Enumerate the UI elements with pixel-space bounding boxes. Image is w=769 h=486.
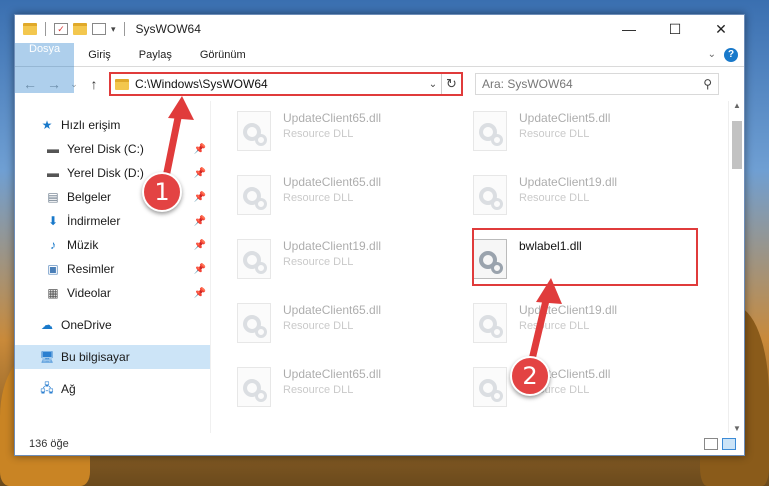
music-icon: ♪	[50, 238, 56, 252]
dll-file-icon	[237, 367, 271, 407]
pin-icon: 📌	[193, 143, 206, 155]
documents-icon: ▤	[47, 190, 59, 204]
sidebar-item-this-pc[interactable]: 🖥 Bu bilgisayar	[15, 345, 210, 369]
dll-file-icon	[473, 111, 507, 151]
quick-access-toolbar: ✓ ▾	[23, 22, 128, 36]
close-button[interactable]: ✕	[698, 15, 744, 43]
close-icon: ✕	[715, 20, 727, 37]
file-item[interactable]: UpdateClient65.dll Resource DLL	[237, 367, 473, 417]
title-bar: ✓ ▾ SysWOW64 — ☐ ✕	[15, 15, 744, 43]
drive-icon: ▬	[47, 142, 59, 156]
sidebar-item-music[interactable]: ♪ Müzik 📌	[15, 233, 210, 257]
window-title: SysWOW64	[135, 22, 201, 36]
star-icon: ★	[41, 118, 53, 132]
new-folder-icon[interactable]	[73, 23, 87, 35]
sidebar-item-downloads[interactable]: ⬇ İndirmeler 📌	[15, 209, 210, 233]
navigation-bar: ← → ⌄ ↑ C:\Windows\SysWOW64 ⌄ ↻ Ara: Sys…	[15, 67, 744, 101]
ribbon-tabs: Dosya Giriş Paylaş Görünüm ⌄ ?	[15, 43, 744, 93]
search-input[interactable]: Ara: SysWOW64	[482, 77, 703, 91]
sidebar-item-videos[interactable]: ▦ Videolar 📌	[15, 281, 210, 305]
minimize-icon: —	[622, 21, 636, 37]
dll-file-icon	[473, 303, 507, 343]
tab-share[interactable]: Paylaş	[125, 43, 186, 66]
sidebar-item-network[interactable]: 🖧 Ağ	[15, 377, 210, 401]
item-count: 136 öğe	[29, 438, 69, 450]
network-icon: 🖧	[40, 380, 54, 395]
video-icon: ▦	[47, 286, 59, 300]
file-item[interactable]: UpdateClient65.dll Resource DLL	[237, 303, 473, 353]
dll-file-icon	[237, 303, 271, 343]
dll-file-icon	[237, 175, 271, 215]
dll-file-icon	[473, 175, 507, 215]
sidebar-item-drive-c[interactable]: ▬ Yerel Disk (C:) 📌	[15, 137, 210, 161]
search-box[interactable]: Ara: SysWOW64 ⚲	[475, 73, 719, 95]
tab-view[interactable]: Görünüm	[186, 43, 260, 66]
dll-file-icon	[237, 111, 271, 151]
sidebar-item-onedrive[interactable]: ☁ OneDrive	[15, 313, 210, 337]
highlight-box	[472, 228, 698, 286]
navigation-pane: ★ Hızlı erişim ▬ Yerel Disk (C:) 📌 ▬ Yer…	[15, 101, 211, 433]
maximize-button[interactable]: ☐	[652, 15, 698, 43]
file-item[interactable]: UpdateClient19.dll Resource DLL	[473, 175, 709, 225]
minimize-button[interactable]: —	[606, 15, 652, 43]
address-path[interactable]: C:\Windows\SysWOW64	[135, 77, 425, 91]
file-item[interactable]: UpdateClient19.dll Resource DLL	[473, 303, 709, 353]
callout-2: 2	[510, 356, 550, 396]
scrollbar-thumb[interactable]	[732, 121, 742, 169]
file-item[interactable]: UpdateClient19.dll Resource DLL	[237, 239, 473, 289]
address-dropdown-icon[interactable]: ⌄	[425, 79, 441, 90]
folder-icon	[115, 78, 129, 90]
help-icon[interactable]: ?	[724, 47, 738, 62]
file-item[interactable]: UpdateClient65.dll Resource DLL	[237, 111, 473, 161]
pictures-icon: ▣	[47, 262, 59, 276]
vertical-scrollbar[interactable]: ▲ ▼	[728, 101, 744, 433]
sidebar-item-pictures[interactable]: ▣ Resimler 📌	[15, 257, 210, 281]
file-item[interactable]: UpdateClient5.dll Resource DLL	[473, 367, 709, 417]
pin-icon: 📌	[193, 191, 206, 203]
status-bar: 136 öğe	[15, 433, 744, 455]
scroll-up-icon[interactable]: ▲	[729, 101, 745, 110]
scroll-down-icon[interactable]: ▼	[729, 424, 745, 433]
large-icons-view-icon[interactable]	[722, 438, 736, 450]
maximize-icon: ☐	[668, 20, 682, 37]
refresh-icon[interactable]: ↻	[441, 74, 461, 94]
cloud-icon: ☁	[41, 318, 53, 332]
rename-icon[interactable]	[92, 23, 106, 35]
pin-icon: 📌	[193, 287, 206, 299]
dll-file-icon	[237, 239, 271, 279]
download-icon: ⬇	[47, 214, 59, 228]
file-item[interactable]: UpdateClient65.dll Resource DLL	[237, 175, 473, 225]
computer-icon: 🖥	[39, 350, 55, 364]
callout-1: 1	[142, 172, 182, 212]
search-icon: ⚲	[703, 77, 712, 91]
folder-icon	[23, 23, 37, 35]
expand-ribbon-icon[interactable]: ⌄	[708, 49, 716, 60]
sidebar-item-drive-d[interactable]: ▬ Yerel Disk (D:) 📌	[15, 161, 210, 185]
pin-icon: 📌	[193, 215, 206, 227]
customize-dropdown-icon[interactable]: ▾	[111, 24, 116, 35]
properties-icon[interactable]: ✓	[54, 23, 68, 35]
file-item[interactable]: UpdateClient5.dll Resource DLL	[473, 111, 709, 161]
pin-icon: 📌	[193, 263, 206, 275]
sidebar-item-quick-access[interactable]: ★ Hızlı erişim	[15, 113, 210, 137]
tab-home[interactable]: Giriş	[74, 43, 125, 66]
pin-icon: 📌	[193, 239, 206, 251]
tab-file[interactable]: Dosya	[15, 43, 75, 93]
details-view-icon[interactable]	[704, 438, 718, 450]
dll-file-icon	[473, 367, 507, 407]
drive-icon: ▬	[47, 166, 59, 180]
address-bar[interactable]: C:\Windows\SysWOW64 ⌄ ↻	[109, 72, 463, 96]
pin-icon: 📌	[193, 167, 206, 179]
up-arrow-icon[interactable]: ↑	[85, 76, 103, 92]
